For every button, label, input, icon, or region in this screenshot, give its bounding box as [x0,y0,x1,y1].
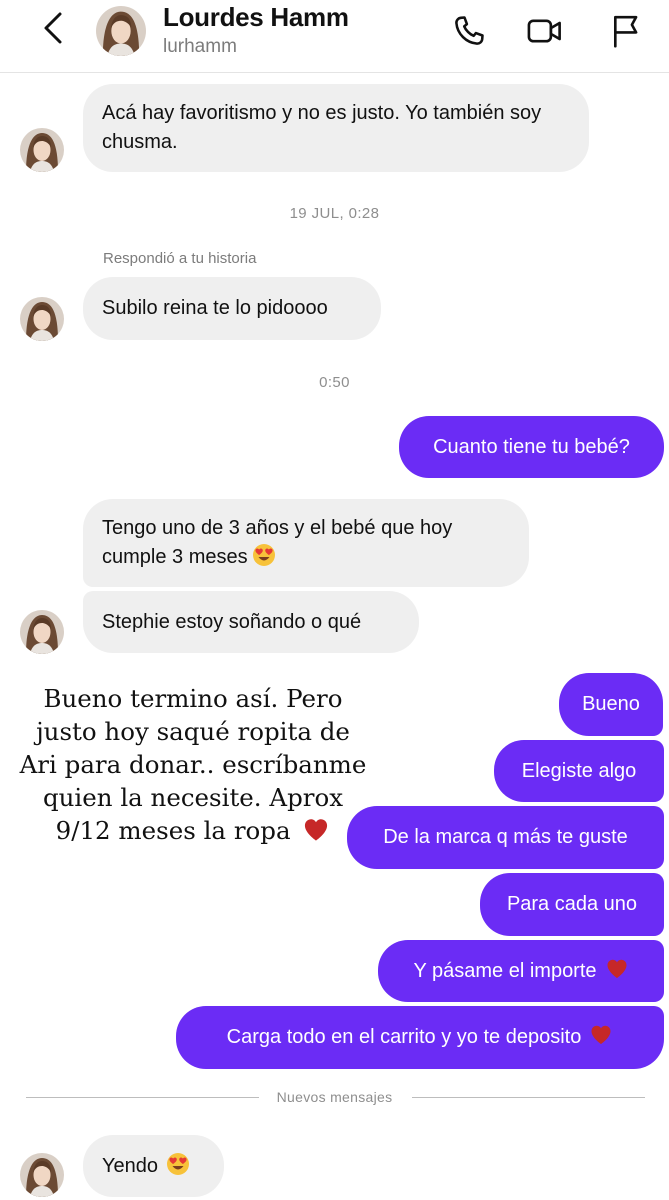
flag-icon[interactable] [606,12,644,50]
message-text: Elegiste algo [521,759,637,782]
timestamp: 0:50 [319,374,350,391]
red-heart-icon [589,1023,613,1047]
incoming-message[interactable]: Subilo reina te lo pidoooo [83,277,381,340]
outgoing-message[interactable]: Carga todo en el carrito y yo te deposit… [176,1006,664,1069]
message-text: Yendo [102,1152,190,1181]
message-text: De la marca q más te guste [383,826,628,848]
contact-name[interactable]: Lourdes Hamm [163,2,349,33]
phone-icon[interactable] [450,12,488,50]
message-text: Tengo uno de 3 años y el bebé que hoy cu… [102,517,453,568]
incoming-message[interactable]: Stephie estoy soñando o qué [83,591,419,653]
timestamp: 19 JUL, 0:28 [289,205,380,222]
contact-avatar[interactable] [96,6,146,56]
message-text: Subilo reina te lo pidoooo [102,297,328,319]
message-text: Para cada uno [506,893,638,915]
incoming-message[interactable]: Acá hay favoritismo y no es justo. Yo ta… [83,84,589,172]
video-camera-icon[interactable] [526,12,564,50]
outgoing-message[interactable]: Cuanto tiene tu bebé? [399,416,664,478]
story-reply-label: Respondió a tu historia [103,250,257,267]
red-heart-icon [302,816,330,844]
outgoing-message[interactable]: De la marca q más te guste [347,806,664,869]
sender-avatar[interactable] [20,128,64,172]
conversation-header: Lourdes Hamm lurhamm [0,0,669,73]
outgoing-message[interactable]: Y pásame el importe [378,940,664,1002]
incoming-message[interactable]: Tengo uno de 3 años y el bebé que hoy cu… [83,499,529,587]
incoming-message[interactable]: Yendo [83,1135,224,1197]
new-messages-divider: Nuevos mensajes [276,1089,393,1105]
heart-eyes-emoji-icon [166,1152,190,1176]
message-text: Stephie estoy soñando o qué [102,610,362,633]
message-text: Carga todo en el carrito y yo te deposit… [227,1023,614,1052]
heart-eyes-emoji-icon [252,543,276,567]
back-arrow-icon[interactable] [38,10,68,46]
outgoing-message[interactable]: Para cada uno [480,873,664,936]
message-text: Bueno [582,693,640,715]
message-text: Acá hay favoritismo y no es justo. Yo ta… [102,102,542,153]
outgoing-message[interactable]: Bueno [559,673,663,736]
outgoing-message[interactable]: Elegiste algo [494,740,664,802]
message-text: Cuanto tiene tu bebé? [433,435,630,458]
contact-username[interactable]: lurhamm [163,36,237,58]
sender-avatar[interactable] [20,297,64,341]
sender-avatar[interactable] [20,1153,64,1197]
red-heart-icon [605,957,629,981]
story-overlay-text: Bueno termino así. Pero justo hoy saqué … [19,684,367,845]
message-text: Y pásame el importe [413,957,628,986]
sender-avatar[interactable] [20,610,64,654]
